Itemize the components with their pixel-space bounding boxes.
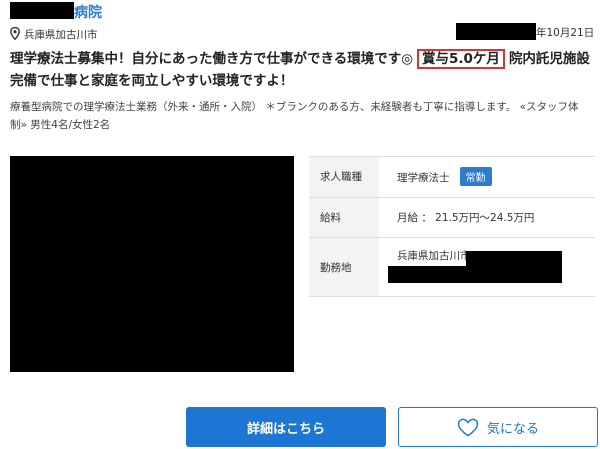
- salary-label: 給料: [309, 197, 379, 238]
- details-button[interactable]: 詳細はこちら: [186, 407, 386, 447]
- heart-icon: [457, 418, 479, 436]
- workplace-label: 勤務地: [309, 237, 379, 297]
- listing-photo: [10, 156, 294, 372]
- location-row: 兵庫県加古川市: [10, 25, 98, 44]
- job-type-label: 求人職種: [309, 156, 379, 198]
- redacted-date-prefix: [456, 23, 536, 40]
- bonus-badge: 賞与5.0ケ月: [417, 49, 505, 69]
- location-text: 兵庫県加古川市: [24, 29, 98, 41]
- posted-date: 年10月21日: [536, 27, 595, 39]
- hospital-name-link[interactable]: 病院: [74, 2, 102, 22]
- favorite-button[interactable]: 気になる: [398, 407, 598, 447]
- redacted-address-2: [388, 266, 562, 283]
- workplace-value: 兵庫県加古川市: [397, 250, 471, 263]
- job-type-cell: 理学療法士 常勤: [379, 157, 595, 198]
- employment-type-badge: 常勤: [459, 167, 492, 187]
- table-row-salary: 給料 月給 ： 21.5万円〜24.5万円: [309, 197, 595, 238]
- table-row-job-type: 求人職種 理学療法士 常勤: [309, 156, 595, 198]
- job-description: 療養型病院での理学療法士業務（外来・通所・入院） ＊ブランクのある方、未経験者も…: [10, 101, 579, 131]
- redacted-hospital-prefix: [10, 2, 74, 19]
- job-title: 理学療法士募集中！自分にあった働き方で仕事ができる環境です◎ 賞与5.0ケ月 院内託…: [10, 48, 595, 92]
- map-pin-icon: [10, 25, 20, 44]
- redacted-address-1: [466, 251, 562, 267]
- job-type-value: 理学療法士: [397, 172, 450, 185]
- title-text-before: 理学療法士募集中！自分にあった働き方で仕事ができる環境です◎: [10, 51, 414, 67]
- favorite-label: 気になる: [486, 421, 539, 437]
- salary-value: 月給 ： 21.5万円〜24.5万円: [397, 211, 535, 224]
